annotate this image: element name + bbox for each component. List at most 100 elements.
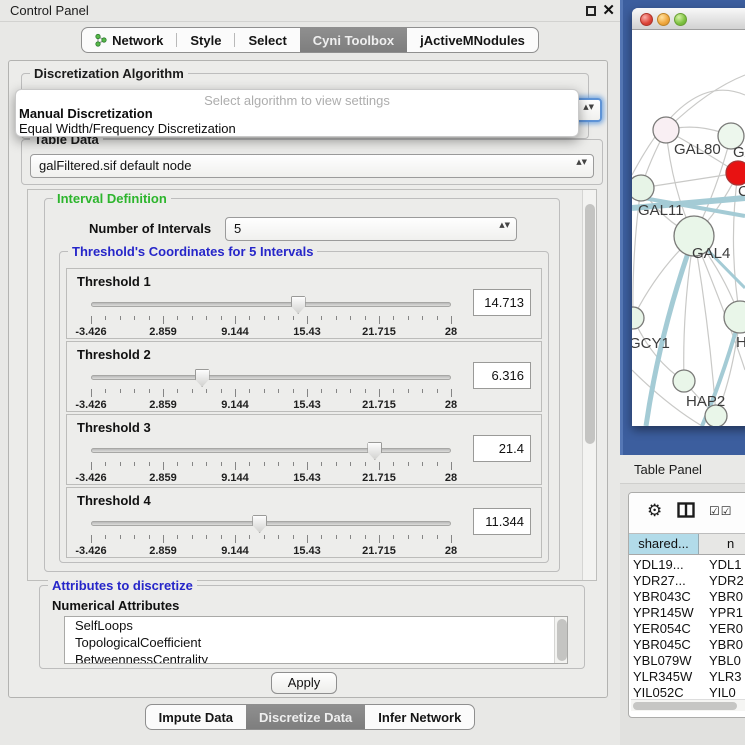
tab-network[interactable]: Network (82, 28, 176, 52)
threshold-row-2: Threshold 2-3.4262.8599.14415.4321.71528… (66, 341, 542, 412)
scrollbar-thumb[interactable] (557, 619, 567, 661)
node-red[interactable] (726, 161, 745, 185)
network-edge[interactable] (666, 75, 745, 130)
node-gal80[interactable] (653, 117, 679, 143)
cell-name[interactable]: YBR0 (699, 589, 745, 605)
cell-shared-name[interactable]: YLR345W (629, 669, 699, 685)
threshold-slider-2[interactable]: -3.4262.8599.14415.4321.71528 (91, 368, 451, 412)
threshold-value-field[interactable]: 11.344 (473, 508, 531, 535)
slider-track[interactable] (91, 521, 451, 526)
node-gcy1[interactable] (632, 307, 644, 329)
node-hap2[interactable] (673, 370, 695, 392)
table-rows: YDL19...YDL1YDR27...YDR2YBR043CYBR0YPR14… (629, 557, 745, 701)
cell-shared-name[interactable]: YDR27... (629, 573, 699, 589)
tab-discretize-data[interactable]: Discretize Data (246, 705, 365, 729)
cell-name[interactable]: YBL0 (699, 653, 745, 669)
network-window-titlebar[interactable] (632, 8, 745, 30)
attribute-list-item[interactable]: SelfLoops (65, 617, 567, 634)
table-row[interactable]: YBL079WYBL0 (629, 653, 745, 669)
attribute-list-item[interactable]: BetweennessCentrality (65, 651, 567, 664)
scale-label: 28 (445, 472, 457, 484)
slider-thumb[interactable] (367, 442, 382, 460)
table-row[interactable]: YDR27...YDR2 (629, 573, 745, 589)
interval-scrollpane: Interval Definition Number of Intervals … (27, 189, 597, 581)
popup-item-equal-width-frequency[interactable]: Equal Width/Frequency Discretization (19, 121, 564, 136)
node-h[interactable] (724, 301, 745, 333)
network-canvas[interactable]: GAL80GACGAL11GAL4GCY1HHAP2 (632, 30, 745, 426)
tab-impute-data[interactable]: Impute Data (146, 705, 246, 729)
number-of-intervals-combobox[interactable]: 5 ▲▼ (225, 217, 517, 241)
tab-infer-network[interactable]: Infer Network (365, 705, 474, 729)
close-icon[interactable]: ✕ (602, 1, 615, 19)
numerical-attributes-label: Numerical Attributes (52, 598, 179, 613)
threshold-slider-3[interactable]: -3.4262.8599.14415.4321.71528 (91, 441, 451, 485)
attributes-list-scrollbar[interactable] (554, 617, 567, 663)
network-edge[interactable] (641, 173, 738, 188)
cell-shared-name[interactable]: YDL19... (629, 557, 699, 573)
tab-jactivemnodules[interactable]: jActiveMNodules (407, 28, 538, 52)
cell-name[interactable]: YBR0 (699, 637, 745, 653)
cell-name[interactable]: YER0 (699, 621, 745, 637)
cell-name[interactable]: YLR3 (699, 669, 745, 685)
slider-track[interactable] (91, 448, 451, 453)
cell-name[interactable]: YDR2 (699, 573, 745, 589)
threshold-value-field[interactable]: 21.4 (473, 435, 531, 462)
attribute-list-item[interactable]: TopologicalCoefficient (65, 634, 567, 651)
table-row[interactable]: YDL19...YDL1 (629, 557, 745, 573)
scale-label: 28 (445, 326, 457, 338)
column-header-shared-name[interactable]: shared... (629, 534, 699, 554)
table-row[interactable]: YER054CYER0 (629, 621, 745, 637)
tab-style[interactable]: Style (177, 28, 234, 52)
tab-label: Select (248, 33, 286, 48)
threshold-value-field[interactable]: 6.316 (473, 362, 531, 389)
slider-thumb[interactable] (291, 296, 306, 314)
table-row[interactable]: YBR045CYBR0 (629, 637, 745, 653)
table-data-combobox[interactable]: galFiltered.sif default node ▲▼ (30, 154, 594, 178)
discretization-algorithm-title: Discretization Algorithm (30, 66, 188, 81)
interval-vertical-scrollbar[interactable] (582, 190, 596, 580)
slider-ticks (91, 316, 451, 325)
table-horizontal-scrollbar[interactable] (631, 699, 745, 711)
table-panel-area: ⚙ ☑☑ shared... n YDL19...YDL1YDR27...YDR… (620, 484, 745, 745)
threshold-label: Threshold 1 (77, 274, 151, 289)
float-window-icon[interactable] (586, 6, 596, 16)
slider-thumb[interactable] (195, 369, 210, 387)
cell-shared-name[interactable]: YBL079W (629, 653, 699, 669)
scrollbar-thumb[interactable] (585, 204, 595, 444)
slider-track[interactable] (91, 302, 451, 307)
slider-thumb[interactable] (252, 515, 267, 533)
popup-item-manual-discretization[interactable]: Manual Discretization (19, 106, 564, 121)
column-header-name[interactable]: n (699, 534, 745, 554)
cell-name[interactable]: YDL1 (699, 557, 745, 573)
gear-icon[interactable]: ⚙ (647, 501, 662, 521)
tab-cyni-toolbox[interactable]: Cyni Toolbox (300, 28, 407, 52)
checkbox-icons[interactable]: ☑☑ (709, 504, 733, 518)
scale-label: 21.715 (362, 545, 396, 557)
close-traffic-light-icon[interactable] (640, 13, 653, 26)
cell-shared-name[interactable]: YER054C (629, 621, 699, 637)
cell-shared-name[interactable]: YBR043C (629, 589, 699, 605)
tab-select[interactable]: Select (235, 28, 299, 52)
cell-name[interactable]: YPR1 (699, 605, 745, 621)
minimize-traffic-light-icon[interactable] (657, 13, 670, 26)
table-row[interactable]: YPR145WYPR1 (629, 605, 745, 621)
apply-button[interactable]: Apply (271, 672, 337, 694)
node-gal11[interactable] (632, 175, 654, 201)
threshold-slider-1[interactable]: -3.4262.8599.14415.4321.71528 (91, 295, 451, 339)
slider-track[interactable] (91, 375, 451, 380)
scrollbar-thumb[interactable] (633, 702, 737, 710)
threshold-slider-4[interactable]: -3.4262.8599.14415.4321.71528 (91, 514, 451, 558)
scale-label: 15.43 (293, 545, 321, 557)
split-columns-icon[interactable] (677, 502, 695, 518)
cell-shared-name[interactable]: YPR145W (629, 605, 699, 621)
zoom-traffic-light-icon[interactable] (674, 13, 687, 26)
table-row[interactable]: YBR043CYBR0 (629, 589, 745, 605)
table-header-row: shared... n (629, 533, 745, 555)
tab-label: Network (112, 33, 163, 48)
table-row[interactable]: YLR345WYLR3 (629, 669, 745, 685)
threshold-value-field[interactable]: 14.713 (473, 289, 531, 316)
slider-scale-labels: -3.4262.8599.14415.4321.71528 (91, 472, 451, 484)
network-graph[interactable]: GAL80GACGAL11GAL4GCY1HHAP2 (632, 30, 745, 426)
cell-shared-name[interactable]: YBR045C (629, 637, 699, 653)
combo-stepper-icon: ▲▼ (576, 158, 587, 166)
